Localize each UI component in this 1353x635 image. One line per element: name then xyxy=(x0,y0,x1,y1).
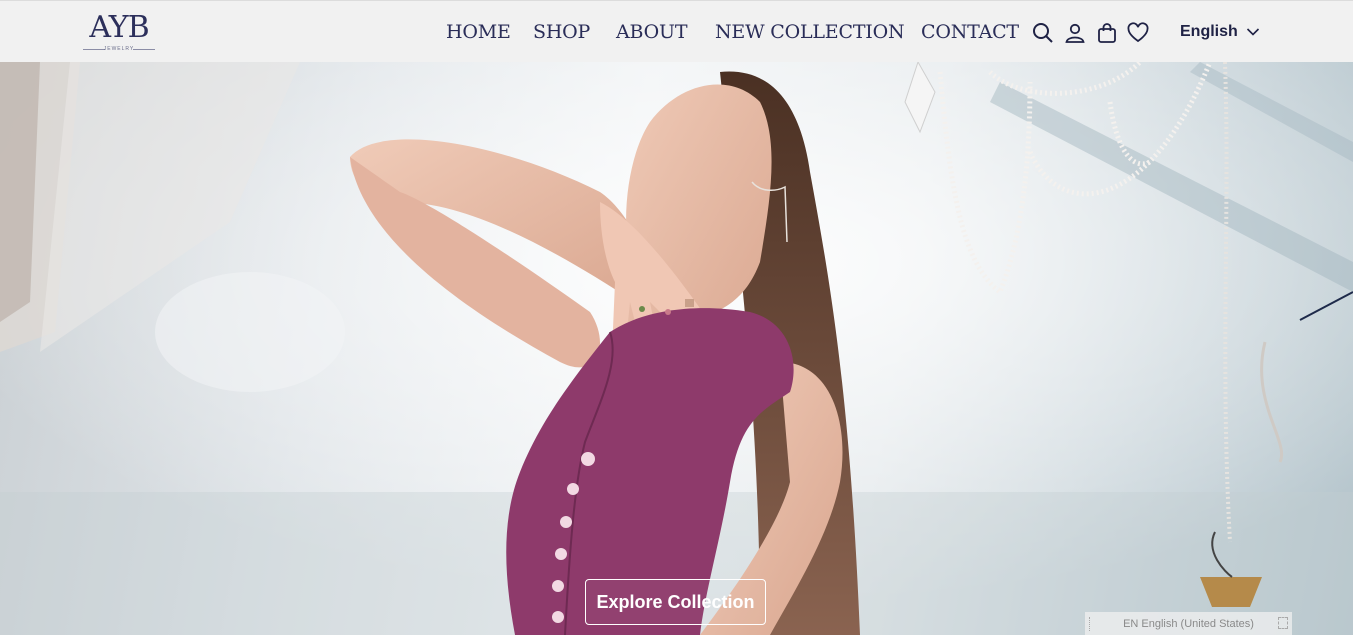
nav-item-about[interactable]: ABOUT xyxy=(616,21,688,43)
language-selected: English xyxy=(1180,23,1238,40)
hero-image xyxy=(0,62,1353,635)
nav-item-shop[interactable]: SHOP xyxy=(533,21,590,43)
language-selector[interactable]: English xyxy=(1180,23,1260,41)
drag-handle-icon[interactable] xyxy=(1089,617,1093,631)
nav-item-home[interactable]: HOME xyxy=(446,21,511,43)
expand-icon[interactable] xyxy=(1278,617,1288,629)
language-indicator-text: EN English (United States) xyxy=(1123,617,1254,630)
nav-item-new-collection[interactable]: NEW COLLECTION xyxy=(715,21,905,43)
logo-divider-right xyxy=(133,49,155,50)
site-header: AYB JEWELRY HOME SHOP ABOUT NEW COLLECTI… xyxy=(0,0,1353,62)
chevron-down-icon xyxy=(1246,28,1259,36)
logo-text: AYB xyxy=(89,10,149,45)
user-icon[interactable] xyxy=(1063,21,1087,45)
shopping-bag-icon[interactable] xyxy=(1095,21,1119,45)
brand-logo[interactable]: AYB JEWELRY xyxy=(83,11,155,55)
search-icon[interactable] xyxy=(1031,21,1055,45)
hero-banner xyxy=(0,62,1353,635)
language-indicator-pill[interactable]: EN English (United States) xyxy=(1085,612,1292,635)
nav-item-contact[interactable]: CONTACT xyxy=(921,21,1019,43)
explore-collection-button[interactable]: Explore Collection xyxy=(585,579,766,625)
heart-icon[interactable] xyxy=(1126,21,1150,45)
